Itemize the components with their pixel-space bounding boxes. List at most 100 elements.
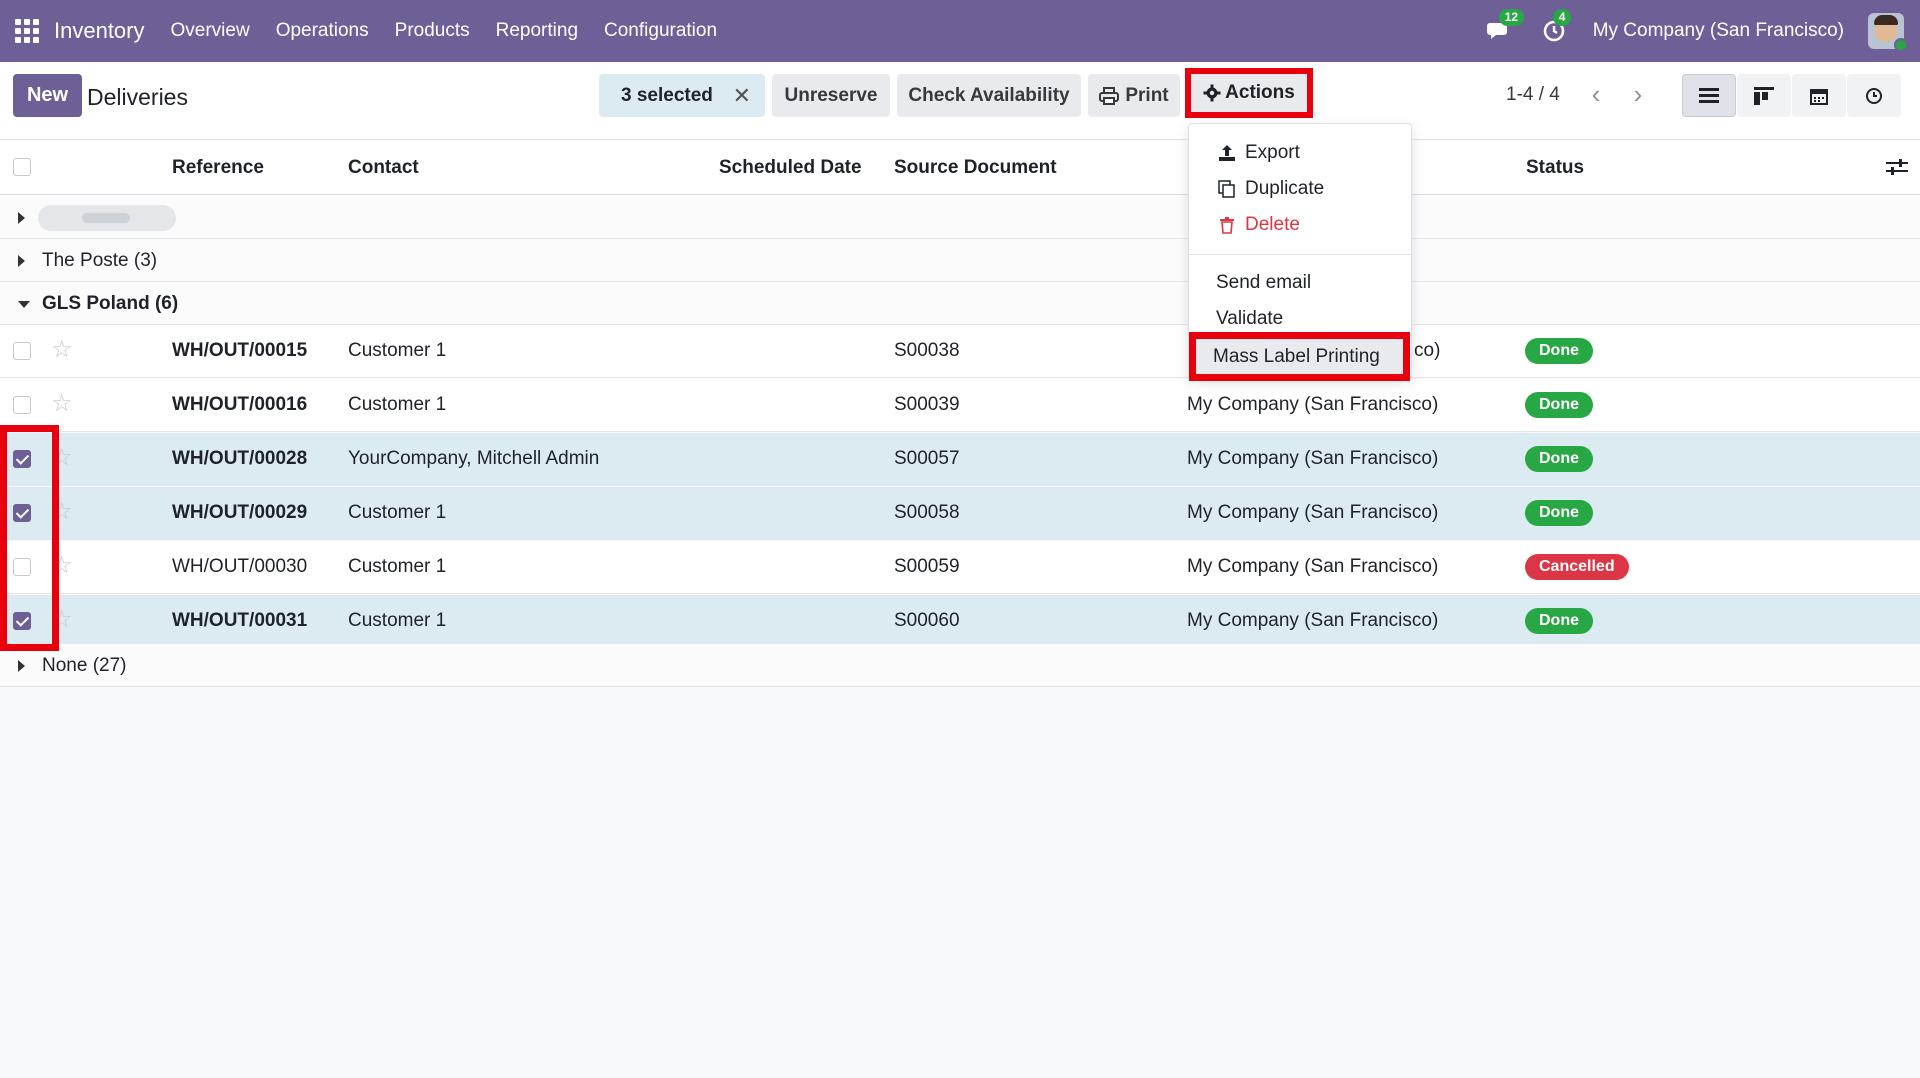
cell-source: S00058 (894, 502, 960, 523)
cell-contact: Customer 1 (348, 556, 447, 577)
caret-right-icon (18, 255, 25, 267)
control-panel: New Deliveries 3 selected ✕ Unreserve Ch… (0, 62, 1920, 140)
action-validate-label: Validate (1216, 308, 1284, 329)
pager-previous-icon[interactable]: ‹ (1581, 78, 1611, 110)
apps-menu-icon[interactable] (14, 18, 40, 44)
table-row[interactable]: ☆ WH/OUT/00016 Customer 1 S00039 My Comp… (0, 379, 1920, 432)
action-send-email-label: Send email (1216, 272, 1312, 293)
main-menu: Overview Operations Products Reporting C… (171, 20, 718, 42)
print-button[interactable]: Print (1088, 74, 1180, 117)
cell-company: My Company (San Francisco) (1187, 556, 1439, 577)
cell-contact: YourCompany, Mitchell Admin (348, 448, 600, 469)
printer-icon (1099, 86, 1120, 105)
cell-contact: Customer 1 (348, 610, 447, 631)
star-icon[interactable]: ☆ (51, 446, 73, 470)
group-row-none[interactable]: None (27) (0, 644, 1920, 687)
messages-button[interactable]: 12 (1485, 9, 1525, 46)
breadcrumb-title: Deliveries (87, 84, 188, 110)
select-all-checkbox[interactable] (13, 158, 31, 176)
status-badge: Done (1525, 392, 1593, 418)
copy-icon (1216, 179, 1238, 199)
cell-reference: WH/OUT/00015 (172, 340, 308, 361)
calendar-icon (1810, 88, 1828, 105)
group-row-gls-poland[interactable]: GLS Poland (6) (0, 282, 1920, 325)
menu-operations[interactable]: Operations (276, 20, 369, 42)
row-checkbox[interactable] (13, 612, 31, 630)
cell-contact: Customer 1 (348, 502, 447, 523)
menu-configuration[interactable]: Configuration (604, 20, 717, 42)
column-scheduled-date[interactable]: Scheduled Date (719, 157, 862, 179)
group-label: The Poste (3) (42, 250, 158, 271)
clear-selection-icon[interactable]: ✕ (733, 83, 751, 109)
star-icon[interactable]: ☆ (51, 554, 73, 578)
status-badge: Done (1525, 608, 1593, 634)
row-checkbox[interactable] (13, 450, 31, 468)
table-row[interactable]: ☆ WH/OUT/00015 Customer 1 S00038 co) Don… (0, 325, 1920, 378)
actions-button[interactable]: Actions (1185, 68, 1313, 118)
group-row-the-poste[interactable]: The Poste (3) (0, 239, 1920, 282)
pager-next-icon[interactable]: › (1623, 78, 1653, 110)
list-view-button[interactable] (1682, 74, 1736, 117)
calendar-view-button[interactable] (1792, 74, 1846, 117)
optional-columns-icon[interactable] (1886, 157, 1908, 177)
cell-company: My Company (San Francisco) (1187, 502, 1439, 523)
action-delete[interactable]: Delete (1189, 208, 1413, 242)
table-row[interactable]: ☆ WH/OUT/00028 YourCompany, Mitchell Adm… (0, 433, 1920, 486)
action-validate[interactable]: Validate (1189, 302, 1413, 336)
action-duplicate[interactable]: Duplicate (1189, 172, 1413, 206)
new-button[interactable]: New (13, 74, 82, 117)
row-checkbox[interactable] (13, 504, 31, 522)
online-status-dot (1894, 38, 1908, 52)
table-row[interactable]: ☆ WH/OUT/00030 Customer 1 S00059 My Comp… (0, 541, 1920, 594)
menu-divider (1189, 254, 1413, 255)
star-icon[interactable]: ☆ (51, 392, 73, 416)
kanban-icon (1754, 86, 1774, 105)
caret-right-icon (18, 660, 25, 672)
table-row[interactable]: ☆ WH/OUT/00031 Customer 1 S00060 My Comp… (0, 595, 1920, 648)
column-status[interactable]: Status (1526, 157, 1584, 179)
activities-button[interactable]: 4 (1539, 9, 1572, 46)
cell-source: S00057 (894, 448, 960, 469)
clock-icon (1866, 87, 1882, 104)
upload-icon (1216, 143, 1238, 163)
company-switcher[interactable]: My Company (San Francisco) (1593, 20, 1844, 42)
status-badge: Done (1525, 338, 1593, 364)
pager-value[interactable]: 1-4 / 4 (1506, 84, 1560, 106)
kanban-view-button[interactable] (1737, 74, 1791, 117)
menu-overview[interactable]: Overview (171, 20, 250, 42)
trash-icon (1216, 215, 1238, 235)
cell-source: S00039 (894, 394, 960, 415)
action-export-label: Export (1245, 142, 1300, 163)
group-label: None (27) (42, 655, 127, 676)
column-reference[interactable]: Reference (172, 157, 264, 179)
action-delete-label: Delete (1245, 214, 1300, 235)
app-title[interactable]: Inventory (54, 18, 145, 44)
status-badge: Done (1525, 500, 1593, 526)
menu-products[interactable]: Products (395, 20, 470, 42)
column-contact[interactable]: Contact (348, 157, 419, 179)
action-send-email[interactable]: Send email (1189, 266, 1413, 300)
group-row-hidden[interactable] (0, 196, 1920, 239)
star-icon[interactable]: ☆ (51, 500, 73, 524)
column-source-document[interactable]: Source Document (894, 157, 1057, 179)
gear-icon (1203, 84, 1221, 102)
cell-reference: WH/OUT/00031 (172, 610, 308, 631)
star-icon[interactable]: ☆ (51, 338, 73, 362)
cell-company: My Company (San Francisco) (1187, 394, 1439, 415)
blurred-group-label (38, 205, 176, 231)
menu-reporting[interactable]: Reporting (496, 20, 578, 42)
row-checkbox[interactable] (13, 558, 31, 576)
user-avatar[interactable] (1868, 13, 1908, 52)
check-availability-button[interactable]: Check Availability (897, 74, 1081, 117)
row-checkbox[interactable] (13, 342, 31, 360)
cell-reference: WH/OUT/00030 (172, 556, 308, 577)
cell-source: S00038 (894, 340, 960, 361)
unreserve-button[interactable]: Unreserve (772, 74, 890, 117)
action-mass-label-printing[interactable]: Mass Label Printing (1189, 332, 1410, 381)
action-export[interactable]: Export (1189, 136, 1413, 170)
row-checkbox[interactable] (13, 396, 31, 414)
star-icon[interactable]: ☆ (51, 608, 73, 632)
table-row[interactable]: ☆ WH/OUT/00029 Customer 1 S00058 My Comp… (0, 487, 1920, 540)
cell-reference: WH/OUT/00016 (172, 394, 308, 415)
activity-view-button[interactable] (1847, 74, 1901, 117)
